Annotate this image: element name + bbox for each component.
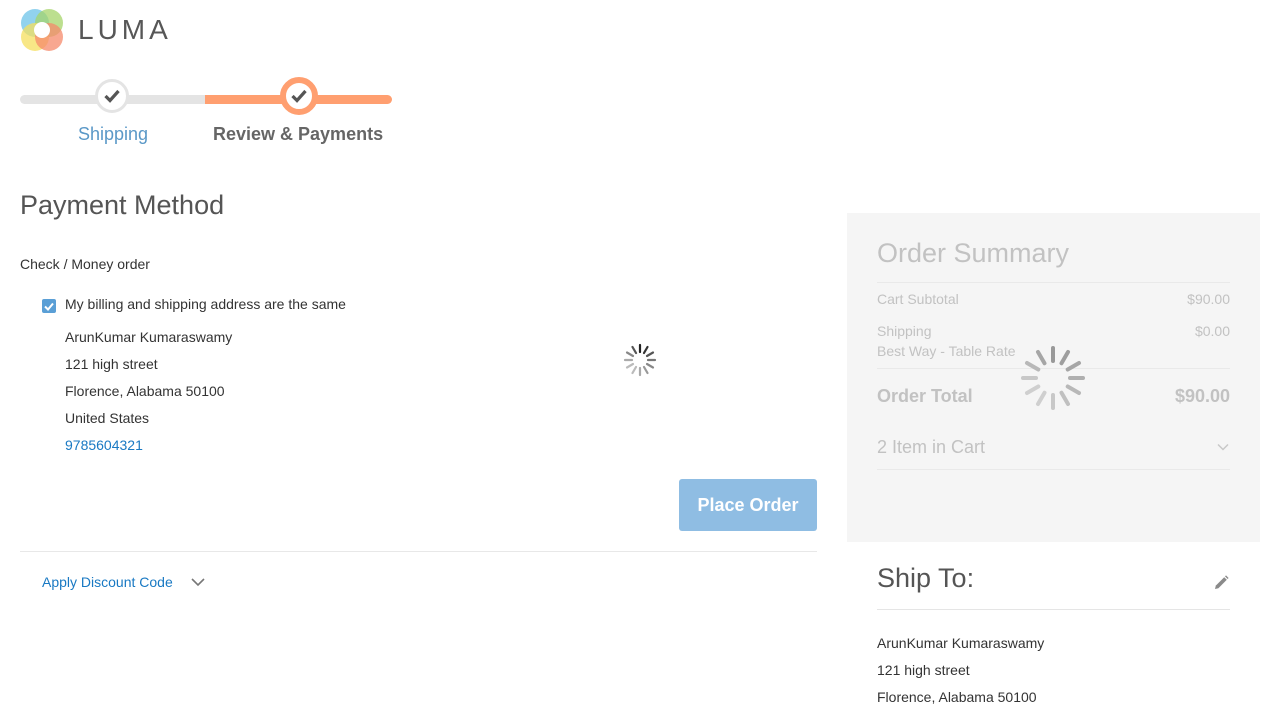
billing-name: ArunKumar Kumaraswamy [65, 329, 233, 345]
edit-pencil-icon[interactable] [1212, 574, 1230, 592]
step-shipping-marker[interactable] [95, 79, 129, 113]
luma-logo[interactable]: LUMA [20, 8, 170, 54]
check-icon [104, 89, 120, 103]
place-order-button[interactable]: Place Order [679, 479, 817, 531]
same-address-checkbox[interactable] [42, 299, 56, 313]
checkmark-icon [44, 302, 54, 311]
chevron-down-icon[interactable] [190, 574, 206, 590]
loading-spinner-icon [623, 343, 657, 377]
luma-logo-icon [21, 9, 63, 51]
step-review-label: Review & Payments [213, 124, 384, 144]
step-review-marker [280, 77, 318, 115]
loading-spinner-icon [1021, 346, 1085, 410]
payment-method-option[interactable]: Check / Money order [20, 256, 150, 272]
order-total-value: $90.00 [1174, 386, 1230, 406]
step-shipping-link[interactable]: Shipping [78, 124, 148, 145]
order-summary-title: Order Summary [877, 238, 1070, 268]
billing-city: Florence, Alabama 50100 [65, 383, 225, 399]
ship-to-divider [877, 609, 1230, 610]
cart-subtotal-label: Cart Subtotal [877, 291, 959, 307]
summary-divider [877, 282, 1230, 283]
payment-method-title: Payment Method [20, 190, 225, 220]
items-in-cart-toggle[interactable]: 2 Item in Cart [877, 437, 985, 458]
cart-subtotal-value: $90.00 [1187, 291, 1230, 307]
same-address-label[interactable]: My billing and shipping address are the … [65, 296, 346, 312]
billing-street: 121 high street [65, 356, 158, 372]
discount-divider [20, 551, 817, 552]
billing-phone-link[interactable]: 9785604321 [65, 437, 143, 453]
ship-to-title: Ship To: [877, 563, 975, 593]
shipping-label: Shipping [877, 323, 932, 339]
chevron-down-icon[interactable] [1216, 440, 1230, 454]
shipping-method: Best Way - Table Rate [877, 343, 1016, 359]
ship-to-city: Florence, Alabama 50100 [877, 689, 1037, 705]
order-total-label: Order Total [877, 386, 973, 406]
billing-country: United States [65, 410, 150, 426]
ship-to-name: ArunKumar Kumaraswamy [877, 635, 1045, 651]
logo-text: LUMA [78, 14, 172, 45]
shipping-value: $0.00 [1194, 323, 1230, 339]
check-icon [291, 89, 307, 103]
cart-subtotal-row: Cart Subtotal $90.00 [877, 291, 1230, 307]
summary-divider [877, 469, 1230, 470]
apply-discount-toggle[interactable]: Apply Discount Code [42, 574, 173, 590]
ship-to-street: 121 high street [877, 662, 970, 678]
shipping-row: Shipping $0.00 [877, 323, 1230, 339]
